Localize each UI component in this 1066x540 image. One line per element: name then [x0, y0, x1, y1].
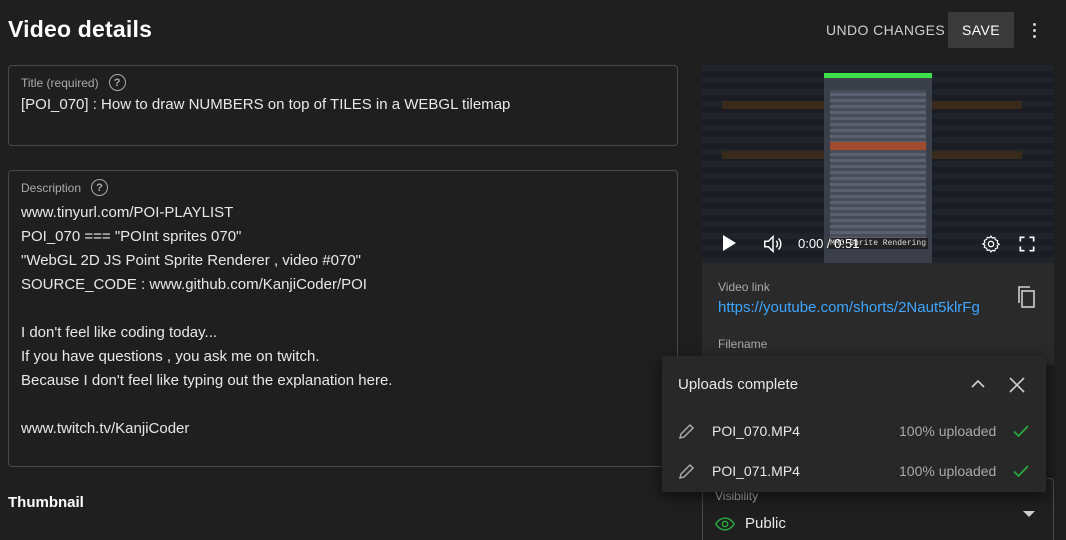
upload-status: 100% uploaded: [899, 463, 997, 479]
eye-icon: [715, 516, 735, 531]
undo-changes-button[interactable]: UNDO CHANGES: [816, 12, 955, 48]
help-icon[interactable]: ?: [108, 74, 126, 91]
description-line: "WebGL 2D JS Point Sprite Renderer , vid…: [21, 252, 361, 269]
close-icon[interactable]: [1008, 376, 1026, 394]
description-line: [21, 297, 392, 321]
help-icon[interactable]: ?: [91, 179, 109, 196]
dropdown-caret-icon[interactable]: [1023, 511, 1035, 517]
play-icon[interactable]: [723, 235, 736, 251]
description-line: Because I don't feel like typing out the…: [21, 372, 393, 389]
pencil-icon[interactable]: [678, 422, 696, 440]
volume-icon[interactable]: [762, 233, 784, 255]
thumbnail-label: Thumbnail: [8, 494, 84, 511]
video-player[interactable]: MMO Sprite Rendering 0:00 / 0:51: [702, 65, 1054, 263]
check-icon: [1013, 465, 1029, 478]
description-field-label: Description: [21, 180, 82, 195]
check-icon: [1013, 425, 1029, 438]
description-line: I don't feel like coding today...: [21, 324, 218, 341]
video-time: 0:00 / 0:51: [798, 236, 860, 251]
video-side-panel: MMO Sprite Rendering 0:00 / 0:51 Video l…: [702, 65, 1054, 365]
upload-item: POI_070.MP4 100% uploaded: [662, 412, 1046, 452]
upload-status: 100% uploaded: [899, 423, 997, 439]
fullscreen-icon[interactable]: [1017, 234, 1037, 254]
gear-icon[interactable]: [981, 234, 1001, 254]
title-field-label: Title (required): [21, 75, 99, 90]
uploads-title: Uploads complete: [678, 376, 799, 393]
title-input[interactable]: [POI_070] : How to draw NUMBERS on top o…: [21, 96, 510, 113]
description-field[interactable]: Description ? www.tinyurl.com/POI-PLAYLI…: [8, 170, 678, 467]
copy-icon[interactable]: [1016, 285, 1036, 309]
description-line: www.twitch.tv/KanjiCoder: [21, 420, 190, 437]
description-line: If you have questions , you ask me on tw…: [21, 348, 320, 365]
description-line: POI_070 === "POInt sprites 070": [21, 228, 242, 245]
visibility-value: Public: [745, 515, 786, 532]
video-link[interactable]: https://youtube.com/shorts/2Naut5klrFg: [718, 299, 980, 316]
upload-filename[interactable]: POI_071.MP4: [712, 463, 800, 479]
description-line: www.tinyurl.com/POI-PLAYLIST: [21, 204, 234, 221]
upload-filename[interactable]: POI_070.MP4: [712, 423, 800, 439]
video-link-label: Video link: [718, 280, 770, 294]
filename-label: Filename: [718, 337, 768, 351]
chevron-up-icon[interactable]: [970, 378, 986, 390]
description-line: [21, 393, 392, 417]
description-line: SOURCE_CODE : www.github.com/KanjiCoder/…: [21, 276, 367, 293]
more-options-icon[interactable]: [1024, 18, 1044, 42]
pencil-icon[interactable]: [678, 462, 696, 480]
save-button[interactable]: SAVE: [948, 12, 1014, 48]
upload-item: POI_071.MP4 100% uploaded: [662, 452, 1046, 492]
description-input[interactable]: www.tinyurl.com/POI-PLAYLIST POI_070 ===…: [21, 201, 392, 441]
page-title: Video details: [8, 16, 153, 42]
video-preview-image: MMO Sprite Rendering: [824, 73, 932, 263]
uploads-panel: Uploads complete POI_070.MP4 100% upload…: [662, 356, 1046, 492]
title-field[interactable]: Title (required) ? [POI_070] : How to dr…: [8, 65, 678, 146]
